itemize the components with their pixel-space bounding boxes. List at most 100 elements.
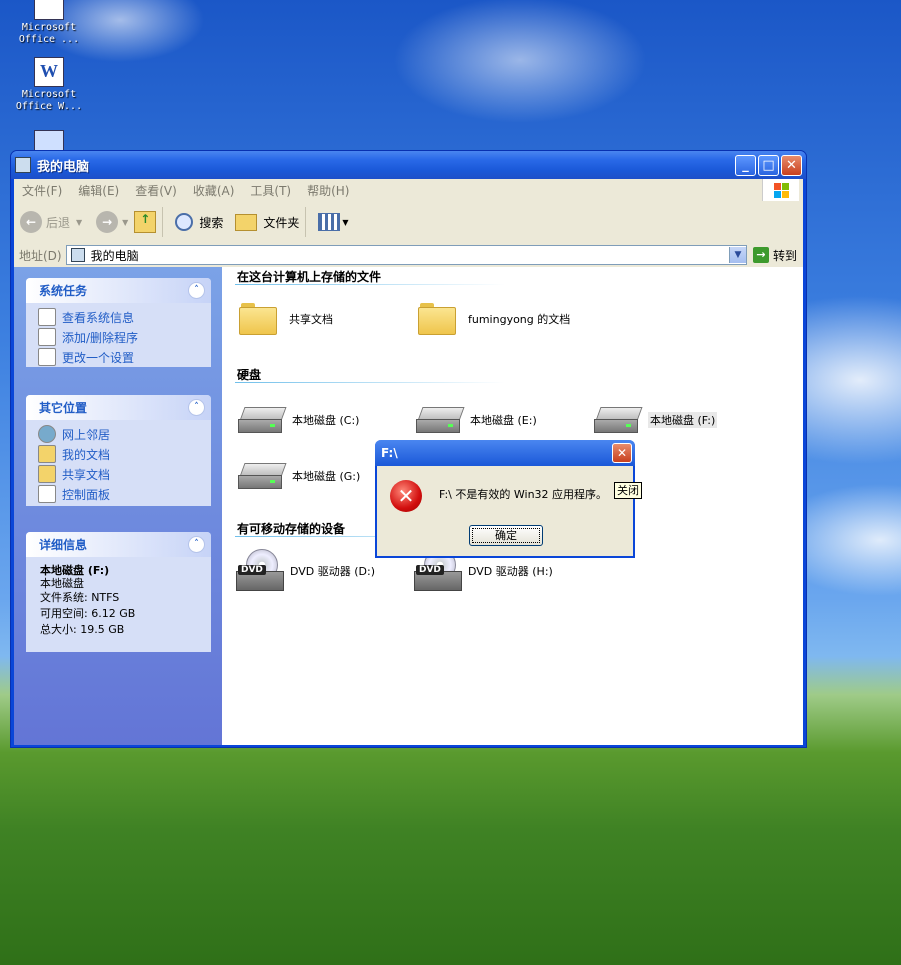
hard-drive-icon xyxy=(238,463,287,489)
menu-file[interactable]: 文件(F) xyxy=(14,182,70,199)
drive-item-c[interactable]: 本地磁盘 (C:) xyxy=(238,407,359,433)
dialog-titlebar[interactable]: F:\ ✕ xyxy=(375,440,635,466)
menu-help[interactable]: 帮助(H) xyxy=(299,182,357,199)
documents-folder-icon xyxy=(38,445,56,463)
folder-item-shared[interactable]: 共享文档 xyxy=(239,303,333,335)
folders-button[interactable]: 文件夹 xyxy=(235,213,300,231)
item-label: DVD 驱动器 (H:) xyxy=(468,565,553,578)
ok-button[interactable]: 确定 xyxy=(469,525,543,546)
place-control-panel[interactable]: 控制面板 xyxy=(26,484,211,504)
views-button[interactable]: ▼ xyxy=(318,213,349,231)
toolbar-separator xyxy=(162,207,164,237)
search-button[interactable]: 搜索 xyxy=(175,213,223,231)
views-icon xyxy=(318,213,341,231)
go-label: 转到 xyxy=(772,248,797,263)
task-label: 更改一个设置 xyxy=(62,350,135,365)
group-divider xyxy=(235,382,505,383)
close-button[interactable]: ✕ xyxy=(781,154,802,176)
system-tasks-header[interactable]: 系统任务 ˄ xyxy=(26,278,211,303)
desktop-icon-label: Microsoft Office ... xyxy=(18,22,80,45)
menu-favorites[interactable]: 收藏(A) xyxy=(185,182,243,199)
group-header-hard-disks: 硬盘 xyxy=(237,368,262,382)
desktop-icon-word[interactable]: W Microsoft Office W... xyxy=(4,57,94,113)
task-change-setting[interactable]: 更改一个设置 xyxy=(26,347,211,367)
task-label: 添加/删除程序 xyxy=(62,330,139,345)
details-name: 本地磁盘 (F:) xyxy=(40,564,110,577)
drive-item-g[interactable]: 本地磁盘 (G:) xyxy=(238,463,360,489)
details-header[interactable]: 详细信息 ˄ xyxy=(26,532,211,557)
desktop-icon-office[interactable]: Microsoft Office ... xyxy=(4,0,94,46)
computer-icon xyxy=(70,248,85,262)
system-info-icon xyxy=(38,308,56,326)
chevron-up-icon[interactable]: ˄ xyxy=(188,399,205,416)
forward-arrow-icon: → xyxy=(96,211,119,233)
address-dropdown-icon[interactable]: ▼ xyxy=(728,247,746,263)
task-label: 查看系统信息 xyxy=(62,310,135,325)
system-tasks-title: 系统任务 xyxy=(39,284,88,298)
other-places-box: 其它位置 ˄ 网上邻居 我的文档 共享文档 控制面板 xyxy=(26,395,211,506)
search-icon xyxy=(175,213,194,231)
task-add-remove-programs[interactable]: 添加/删除程序 xyxy=(26,327,211,347)
place-label: 控制面板 xyxy=(62,487,111,502)
details-type: 本地磁盘 xyxy=(40,577,84,590)
place-network[interactable]: 网上邻居 xyxy=(26,424,211,444)
place-label: 我的文档 xyxy=(62,447,111,462)
maximize-button[interactable]: □ xyxy=(758,154,779,176)
address-input[interactable]: 我的电脑 ▼ xyxy=(65,245,747,265)
dialog-message: F:\ 不是有效的 Win32 应用程序。 xyxy=(439,488,608,501)
dropdown-arrow-icon: ▼ xyxy=(76,217,83,227)
hard-drive-icon xyxy=(416,407,465,433)
place-shared-documents[interactable]: 共享文档 xyxy=(26,464,211,484)
details-title: 详细信息 xyxy=(39,538,88,552)
back-button[interactable]: ← 后退 ▼ xyxy=(20,211,82,233)
dvd-item-d[interactable]: DVD DVD 驱动器 (D:) xyxy=(236,549,375,593)
dialog-close-button[interactable]: ✕ xyxy=(612,443,632,463)
folder-icon xyxy=(418,303,456,335)
up-folder-button[interactable]: ↑ xyxy=(134,211,157,233)
forward-button[interactable]: → ▼ xyxy=(88,211,128,233)
item-label: 本地磁盘 (C:) xyxy=(292,414,360,427)
folders-label: 文件夹 xyxy=(263,215,300,230)
drive-item-f[interactable]: 本地磁盘 (F:) xyxy=(594,407,718,433)
chevron-up-icon[interactable]: ˄ xyxy=(188,536,205,553)
item-label: 本地磁盘 (G:) xyxy=(292,470,361,483)
desktop-icon-label: Microsoft Office W... xyxy=(15,89,83,112)
place-label: 网上邻居 xyxy=(62,427,111,442)
item-label: 共享文档 xyxy=(289,313,333,326)
add-remove-icon xyxy=(38,328,56,346)
menu-edit[interactable]: 编辑(E) xyxy=(70,182,127,199)
folder-icon xyxy=(239,303,277,335)
item-label: fumingyong 的文档 xyxy=(468,313,571,326)
menu-view[interactable]: 查看(V) xyxy=(127,182,185,199)
drive-item-e[interactable]: 本地磁盘 (E:) xyxy=(416,407,537,433)
dropdown-arrow-icon: ▼ xyxy=(342,217,349,227)
network-icon xyxy=(38,425,56,443)
address-value: 我的电脑 xyxy=(90,248,139,263)
details-total-size: 总大小: 19.5 GB xyxy=(40,623,125,636)
folder-icon xyxy=(235,213,258,231)
other-places-title: 其它位置 xyxy=(39,401,88,415)
toolbar: ← 后退 ▼ → ▼ ↑ 搜索 文件夹 ▼ xyxy=(14,201,803,244)
details-free-space: 可用空间: 6.12 GB xyxy=(40,607,136,620)
menu-tools[interactable]: 工具(T) xyxy=(242,182,299,199)
group-header-files: 在这台计算机上存储的文件 xyxy=(237,270,382,284)
back-label: 后退 xyxy=(46,215,71,230)
dropdown-arrow-icon: ▼ xyxy=(122,217,129,227)
place-my-documents[interactable]: 我的文档 xyxy=(26,444,211,464)
folder-item-user-docs[interactable]: fumingyong 的文档 xyxy=(418,303,570,335)
item-label: 本地磁盘 (E:) xyxy=(470,414,537,427)
task-view-system-info[interactable]: 查看系统信息 xyxy=(26,307,211,327)
details-box: 详细信息 ˄ 本地磁盘 (F:) 本地磁盘 文件系统: NTFS 可用空间: 6… xyxy=(26,532,211,652)
other-places-header[interactable]: 其它位置 ˄ xyxy=(26,395,211,420)
group-header-removable: 有可移动存储的设备 xyxy=(237,522,346,536)
window-titlebar[interactable]: 我的电脑 _ □ ✕ xyxy=(11,151,806,179)
chevron-up-icon[interactable]: ˄ xyxy=(188,282,205,299)
minimize-button[interactable]: _ xyxy=(735,154,756,176)
error-dialog: F:\ ✕ ✕ F:\ 不是有效的 Win32 应用程序。 确定 xyxy=(375,440,635,558)
go-button[interactable]: → 转到 xyxy=(752,247,797,264)
item-label: DVD 驱动器 (D:) xyxy=(290,565,376,578)
details-filesystem: 文件系统: NTFS xyxy=(40,591,120,604)
up-arrow-icon: ↑ xyxy=(134,211,157,233)
group-divider xyxy=(235,284,505,285)
word-icon: W xyxy=(34,57,64,87)
